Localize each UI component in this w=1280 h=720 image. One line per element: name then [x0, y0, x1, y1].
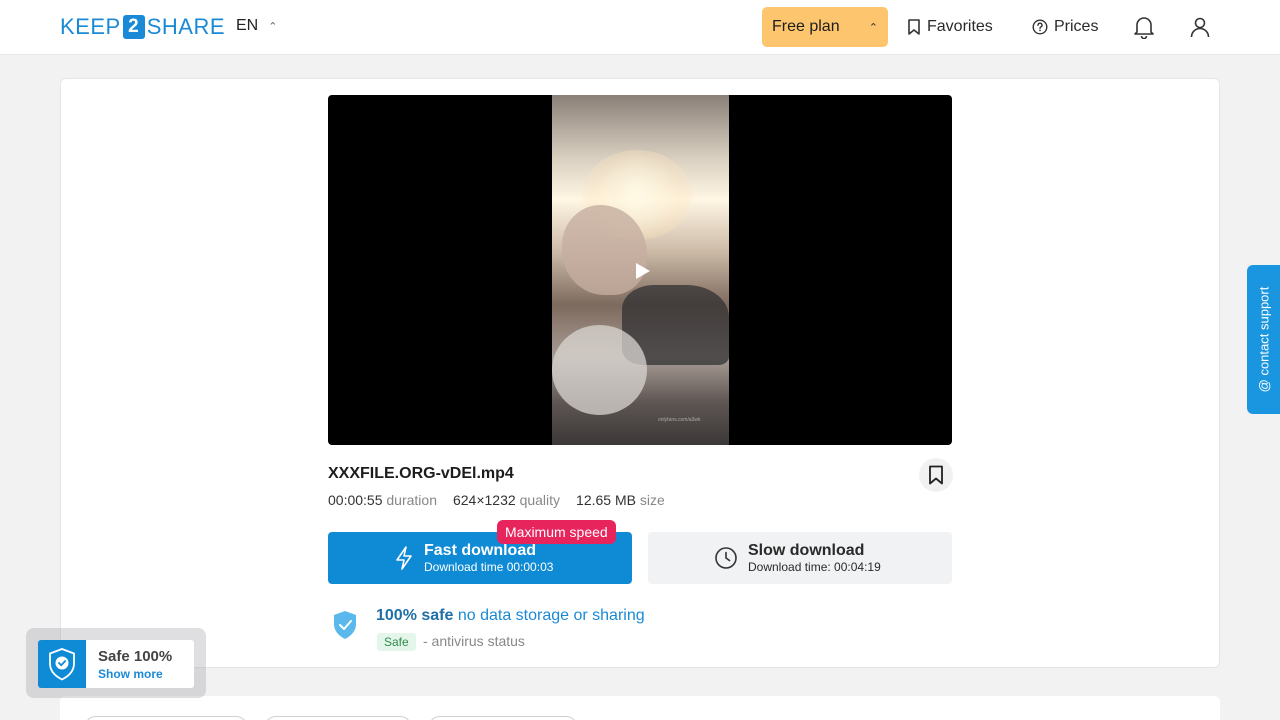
safety-statement: 100% safe no data storage or sharing: [376, 607, 645, 625]
lightning-icon: [396, 546, 412, 570]
safe-widget-title: Safe 100%: [98, 647, 173, 665]
slow-download-text: Slow download Download time: 00:04:19: [748, 542, 881, 574]
keep2share-logo[interactable]: KEEP 2 SHARE: [60, 14, 225, 40]
free-plan-button[interactable]: Free plan ⌃: [762, 7, 888, 47]
logo-text-two: 2: [122, 15, 145, 39]
contact-support-label: @ contact support: [1256, 286, 1272, 393]
safe-widget-icon-box: [38, 640, 86, 688]
shield-check-icon: [49, 648, 75, 681]
show-more-link[interactable]: Show more: [98, 667, 172, 681]
logo-text-share: SHARE: [146, 14, 225, 39]
quality-value: 624×1232: [452, 492, 516, 508]
favorites-label: Favorites: [927, 18, 993, 35]
prices-link[interactable]: Prices: [1032, 16, 1098, 38]
shield-check-icon: [334, 611, 356, 639]
slow-download-button[interactable]: Slow download Download time: 00:04:19: [648, 532, 952, 584]
quality-label: quality: [519, 492, 561, 508]
size-label: size: [639, 492, 665, 508]
chevron-up-icon: ⌃: [868, 21, 878, 34]
maximum-speed-badge: Maximum speed: [497, 520, 616, 544]
bell-icon: [1134, 17, 1154, 39]
size-info: 12.65 MB size: [576, 492, 665, 508]
add-to-favorites-button[interactable]: [919, 458, 953, 492]
video-player[interactable]: onlyfans.com/a3wk: [328, 95, 952, 445]
size-value: 12.65 MB: [576, 492, 636, 508]
plan-label: Free plan: [772, 18, 840, 35]
fast-download-text: Fast download Download time 00:00:03: [424, 542, 553, 574]
file-name: XXXFILE.ORG-vDEl.mp4: [328, 465, 514, 482]
file-meta: 00:00:55 duration 624×1232 quality 12.65…: [328, 492, 665, 508]
slow-download-title: Slow download: [748, 542, 865, 559]
video-watermark: onlyfans.com/a3wk: [658, 417, 701, 423]
safe-widget: Safe 100% Show more: [26, 628, 206, 698]
language-selector[interactable]: EN ⌃: [236, 17, 277, 35]
question-circle-icon: [1032, 19, 1048, 35]
duration-value: 00:00:55: [328, 492, 383, 508]
favorites-link[interactable]: Favorites: [907, 16, 993, 38]
fast-download-time: Download time 00:00:03: [424, 560, 554, 574]
logo-text-keep: KEEP: [60, 14, 121, 39]
bottom-tab-3[interactable]: [428, 716, 578, 720]
account-button[interactable]: [1187, 14, 1213, 40]
bookmark-icon: [929, 465, 943, 485]
safe-widget-text: Safe 100% Show more: [86, 648, 172, 681]
contact-support-tab[interactable]: @ contact support: [1247, 265, 1280, 414]
prices-label: Prices: [1054, 18, 1099, 35]
safety-bold: 100% safe: [376, 607, 454, 624]
duration-info: 00:00:55 duration: [328, 492, 437, 508]
safe-widget-box[interactable]: Safe 100% Show more: [38, 640, 194, 688]
bottom-tab-1[interactable]: [84, 716, 248, 720]
safe-status-badge: Safe: [377, 633, 416, 651]
fast-download-title: Fast download: [424, 542, 536, 559]
clock-icon: [715, 547, 737, 569]
bookmark-icon: [908, 19, 920, 35]
chevron-up-icon: ⌃: [268, 20, 278, 33]
top-navigation-bar: KEEP 2 SHARE EN ⌃ Free plan ⌃ Favorites …: [0, 0, 1280, 55]
language-label: EN: [236, 17, 259, 34]
user-icon: [1190, 17, 1210, 38]
slow-download-time: Download time: 00:04:19: [748, 560, 881, 574]
quality-info: 624×1232 quality: [453, 492, 560, 508]
play-icon[interactable]: [632, 261, 652, 281]
bottom-tab-2[interactable]: [264, 716, 412, 720]
duration-label: duration: [386, 492, 437, 508]
safety-rest: no data storage or sharing: [457, 607, 645, 624]
notifications-button[interactable]: [1131, 14, 1157, 40]
video-pillow-shape: [552, 325, 647, 415]
antivirus-status-label: - antivirus status: [423, 633, 525, 649]
